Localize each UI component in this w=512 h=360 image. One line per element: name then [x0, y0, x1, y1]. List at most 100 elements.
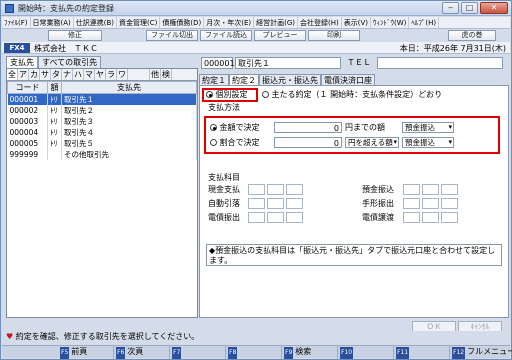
- detail-panel: 000001 取引先１ ＴＥＬ 約定１ 約定２ 振込元・振込先 電債決済口座 個…: [199, 56, 509, 333]
- tab-transfer-accounts[interactable]: 振込元・振込先: [259, 74, 321, 85]
- table-row[interactable]: 000001 ﾄﾘ 取引先１: [7, 93, 197, 105]
- row-code: 999999: [7, 149, 48, 160]
- kana-ra[interactable]: ラ: [106, 69, 117, 80]
- menu-monthly[interactable]: 月次・年次(E): [204, 17, 255, 28]
- ratio-method-select[interactable]: 預金振込 ▾: [402, 137, 454, 148]
- subject-box[interactable]: [403, 198, 420, 209]
- tab-contract-1[interactable]: 約定１: [199, 74, 229, 85]
- row-code: 000002: [7, 105, 48, 116]
- subject-box[interactable]: [248, 198, 265, 209]
- f6-next-page-button[interactable]: F6 次頁: [114, 346, 170, 359]
- kana-ta[interactable]: タ: [51, 69, 62, 80]
- dropdown-arrow-icon: ▾: [448, 123, 452, 131]
- f12-full-menu-button[interactable]: F12 フルメニュー: [450, 346, 512, 359]
- row-name: 取引先２: [61, 105, 197, 116]
- table-row[interactable]: 000005 ﾄﾘ 取引先５: [7, 138, 197, 149]
- kana-ha[interactable]: ハ: [73, 69, 84, 80]
- subject-box[interactable]: [267, 184, 284, 195]
- table-row[interactable]: 000004 ﾄﾘ 取引先４: [7, 127, 197, 138]
- subject-box[interactable]: [422, 198, 439, 209]
- kana-ya[interactable]: ヤ: [95, 69, 106, 80]
- subject-box[interactable]: [403, 184, 420, 195]
- menu-cash-management[interactable]: 資金管理(C): [117, 17, 161, 28]
- ratio-condition-select[interactable]: 円を超える額 ▾: [345, 137, 399, 148]
- print-button[interactable]: 印刷: [308, 30, 360, 41]
- menu-journal-link[interactable]: 仕訳連携(B): [74, 17, 118, 28]
- ratio-amount-input[interactable]: 0: [274, 137, 342, 148]
- tora-button[interactable]: 虎の巻: [448, 30, 496, 41]
- f9-search-button[interactable]: F9 検索: [282, 346, 338, 359]
- radio-individual[interactable]: [206, 91, 213, 98]
- kana-na[interactable]: ナ: [62, 69, 73, 80]
- ratio-option[interactable]: 割合で決定: [210, 137, 260, 148]
- kana-ma[interactable]: マ: [84, 69, 95, 80]
- tab-e-debt-account[interactable]: 電債決済口座: [321, 74, 375, 85]
- table-row[interactable]: 999999 その他取引先: [7, 149, 197, 160]
- fixed-amount-input[interactable]: 0: [274, 122, 342, 133]
- payee-code-field[interactable]: 000001: [201, 57, 235, 69]
- payee-name-field[interactable]: 取引先１: [235, 57, 341, 69]
- subject-box[interactable]: [422, 212, 439, 223]
- file-import-button[interactable]: ファイル読込: [200, 30, 252, 41]
- radio-main[interactable]: [262, 91, 269, 98]
- subject-box[interactable]: [286, 198, 303, 209]
- tab-all-partners[interactable]: すべての取引先: [38, 56, 102, 68]
- subject-title: 支払科目: [208, 173, 240, 182]
- subject-box[interactable]: [441, 212, 458, 223]
- menu-help[interactable]: ﾍﾙﾌﾟ(H): [409, 17, 440, 28]
- mode-main-option[interactable]: 主たる約定（１ 開始時：支払条件設定）どおり: [262, 89, 442, 100]
- subject-box[interactable]: [441, 198, 458, 209]
- fixed-method-select[interactable]: 預金振込 ▾: [402, 122, 454, 133]
- fix-button[interactable]: 修正: [48, 30, 102, 41]
- menu-daily[interactable]: 日常業務(A): [31, 17, 74, 28]
- tab-contract-2[interactable]: 約定２: [229, 74, 259, 85]
- subject-box[interactable]: [422, 184, 439, 195]
- f6-key-badge: F6: [116, 347, 126, 359]
- kana-sa[interactable]: サ: [40, 69, 51, 80]
- kana-all[interactable]: 全: [7, 69, 18, 80]
- f11-key-badge: F11: [396, 347, 410, 359]
- radio-ratio[interactable]: [210, 139, 217, 146]
- ratio-label: 割合で決定: [219, 138, 260, 147]
- subject-box[interactable]: [286, 212, 303, 223]
- f9-key-badge: F9: [284, 347, 294, 359]
- fixed-option[interactable]: 金額で決定: [210, 122, 260, 133]
- kana-ka[interactable]: カ: [29, 69, 40, 80]
- menu-file[interactable]: ﾌｧｲﾙ(F): [2, 17, 31, 28]
- file-export-button[interactable]: ファイル切出: [146, 30, 198, 41]
- kana-search[interactable]: 検: [161, 69, 172, 80]
- preview-button[interactable]: プレビュー: [254, 30, 306, 41]
- kana-a[interactable]: ア: [18, 69, 29, 80]
- maximize-button[interactable]: □: [461, 2, 478, 14]
- tel-label: ＴＥＬ: [347, 58, 371, 67]
- subject-box[interactable]: [286, 184, 303, 195]
- kana-wa[interactable]: ワ: [117, 69, 128, 80]
- subject-box[interactable]: [441, 184, 458, 195]
- subject-autodebit-label: 自動引落: [208, 199, 240, 208]
- menu-company[interactable]: 会社登録(H): [298, 17, 342, 28]
- table-row[interactable]: 000003 ﾄﾘ 取引先３: [7, 116, 197, 127]
- subject-box[interactable]: [267, 198, 284, 209]
- app-window: 開始時：支払先の約定登録 ‒ □ ✕ ﾌｧｲﾙ(F) 日常業務(A) 仕訳連携(…: [0, 0, 512, 360]
- f5-prev-page-button[interactable]: F5 前頁: [58, 346, 114, 359]
- mode-individual-option[interactable]: 個別設定: [206, 89, 248, 100]
- kana-other[interactable]: 他: [150, 69, 161, 80]
- tel-field[interactable]: [377, 57, 503, 69]
- tab-payees[interactable]: 支払先: [6, 56, 38, 68]
- menu-receivables[interactable]: 債権債務(D): [160, 17, 205, 28]
- row-name: 取引先５: [61, 138, 197, 149]
- table-row[interactable]: 000002 ﾄﾘ 取引先２: [7, 105, 197, 116]
- radio-fixed[interactable]: [210, 124, 217, 131]
- row-name: 取引先３: [61, 116, 197, 127]
- subject-box[interactable]: [267, 212, 284, 223]
- subject-box[interactable]: [248, 212, 265, 223]
- close-button[interactable]: ✕: [480, 2, 508, 14]
- menu-planning[interactable]: 経営計画(G): [254, 17, 299, 28]
- menu-window[interactable]: ｳｨﾝﾄﾞｳ(W): [371, 17, 410, 28]
- f5-label: 前頁: [71, 347, 88, 356]
- minimize-button[interactable]: ‒: [442, 2, 459, 14]
- menu-view[interactable]: 表示(V): [342, 17, 372, 28]
- mode-main-label: 主たる約定（１ 開始時：支払条件設定）どおり: [271, 90, 443, 99]
- subject-box[interactable]: [403, 212, 420, 223]
- subject-box[interactable]: [248, 184, 265, 195]
